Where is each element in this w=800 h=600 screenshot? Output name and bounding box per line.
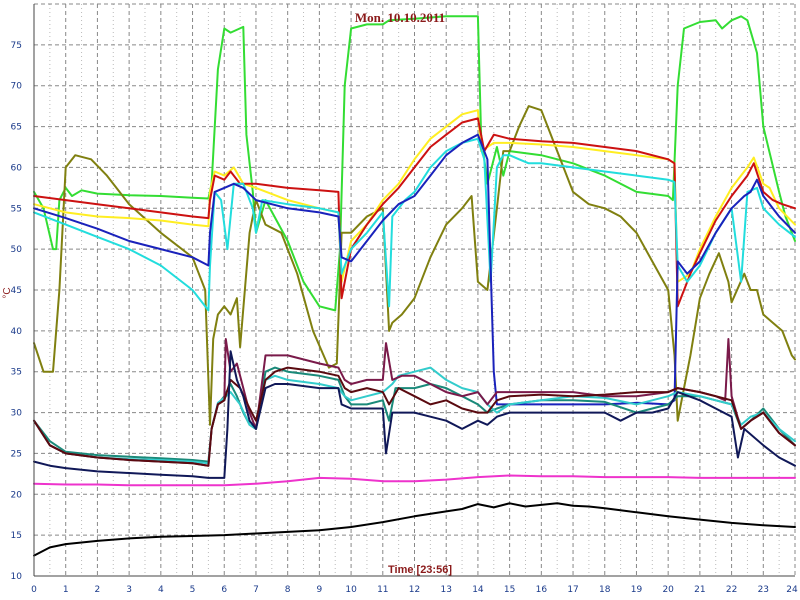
y-tick-label: 35 (11, 368, 22, 378)
x-axis-label: Time [23:56] (388, 564, 452, 576)
x-tick-label: 13 (440, 585, 451, 595)
x-tick-label: 8 (285, 585, 291, 595)
x-tick-label: 5 (190, 585, 196, 595)
x-tick-label: 24 (786, 585, 798, 595)
x-tick-label: 6 (221, 585, 227, 595)
x-tick-label: 21 (694, 585, 705, 595)
x-tick-label: 22 (726, 585, 737, 595)
x-tick-label: 11 (377, 585, 388, 595)
x-tick-label: 17 (567, 585, 578, 595)
x-tick-label: 9 (317, 585, 323, 595)
x-tick-label: 19 (631, 585, 643, 595)
x-tick-label: 4 (158, 585, 164, 595)
x-tick-label: 2 (95, 585, 101, 595)
x-tick-label: 16 (536, 585, 548, 595)
y-tick-label: 10 (11, 572, 23, 582)
x-tick-label: 0 (31, 585, 37, 595)
y-tick-label: 25 (11, 449, 22, 459)
y-tick-label: 20 (11, 490, 23, 500)
chart-title: Mon. 10.10.2011 (355, 10, 445, 25)
x-tick-label: 3 (126, 585, 132, 595)
line-chart: 0 1 2 3 4 5 6 7 8 9 10 11 12 13 14 15 16 17 18 19 20 21 22 23 24… (0, 0, 800, 600)
y-tick-label: 65 (11, 123, 22, 133)
x-tick-label: 18 (599, 585, 611, 595)
x-tick-label: 15 (504, 585, 515, 595)
x-tick-label: 14 (472, 585, 484, 595)
x-tick-label: 7 (253, 585, 259, 595)
y-tick-label: 70 (11, 82, 23, 92)
x-tick-label: 20 (662, 585, 674, 595)
y-tick-label: 30 (11, 409, 23, 419)
y-tick-label: 50 (11, 245, 23, 255)
x-tick-label: 23 (758, 585, 769, 595)
x-tick-label: 10 (345, 585, 357, 595)
y-tick-label: 40 (11, 327, 23, 337)
y-tick-label: 75 (11, 41, 22, 51)
y-tick-label: 60 (11, 163, 23, 173)
x-tick-label: 1 (63, 585, 69, 595)
x-tick-label: 12 (409, 585, 420, 595)
y-tick-label: 55 (11, 204, 22, 214)
y-tick-label: 15 (11, 531, 22, 541)
y-axis-label: °C (2, 287, 13, 298)
